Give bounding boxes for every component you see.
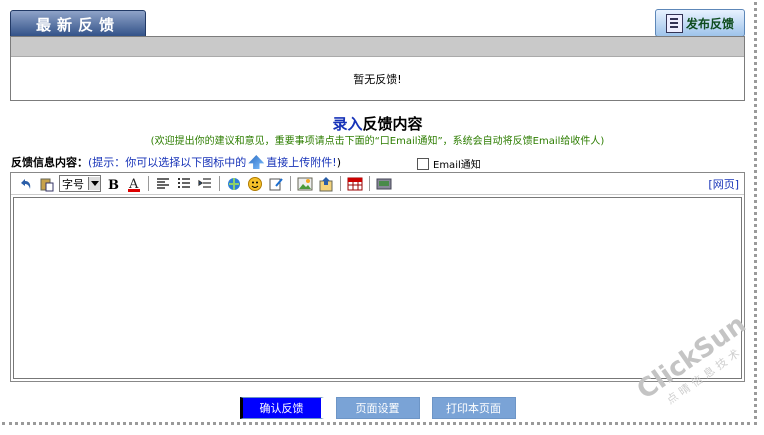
feedback-list-header xyxy=(11,37,744,57)
form-title: 录入反馈内容 xyxy=(0,113,755,134)
page-setup-button[interactable]: 页面设置 xyxy=(335,397,420,419)
paste-icon[interactable] xyxy=(38,175,56,193)
indent-icon[interactable] xyxy=(196,175,214,193)
email-notify-label: Email通知 xyxy=(433,160,481,171)
font-color-icon[interactable]: A xyxy=(125,175,143,193)
form-tip: (欢迎提出你的建议和意见，重要事项请点击下面的“口Email通知”，系统会自动将… xyxy=(150,136,605,147)
upload-hint-close: ) xyxy=(336,155,342,169)
print-page-button[interactable]: 打印本页面 xyxy=(431,397,516,419)
watermark-logo: ClickSun 点晴信息技术 xyxy=(612,282,752,412)
align-left-icon[interactable] xyxy=(154,175,172,193)
toolbar-separator xyxy=(148,176,149,191)
form-title-part2: 反馈内容 xyxy=(362,115,423,133)
document-icon xyxy=(665,13,683,33)
toolbar-separator xyxy=(290,176,291,191)
toolbar-separator xyxy=(340,176,341,191)
html-view-link[interactable]: [网页] xyxy=(708,176,739,192)
insert-table-icon[interactable] xyxy=(346,175,364,193)
hyperlink-icon[interactable] xyxy=(225,175,243,193)
numbered-list-icon[interactable] xyxy=(175,175,193,193)
action-buttons: 确认反馈 页面设置 打印本页面 xyxy=(0,397,755,419)
chevron-down-icon xyxy=(88,177,100,190)
svg-text:B: B xyxy=(108,178,119,192)
email-notify-checkbox[interactable] xyxy=(417,157,429,170)
source-code-icon[interactable] xyxy=(375,175,393,193)
insert-image-icon[interactable] xyxy=(296,175,314,193)
upload-hint-suffix: 直接上传附件! xyxy=(266,156,337,169)
empty-message: 暂无反馈! xyxy=(353,73,402,86)
latest-feedback-tab[interactable]: 最新反馈 xyxy=(10,10,146,38)
publish-feedback-label: 发布反馈 xyxy=(685,16,734,31)
content-label-row: 反馈信息内容： (提示：你可以选择以下图标中的 直接上传附件! ) xyxy=(11,154,341,170)
email-notify-option[interactable]: Email通知 xyxy=(417,156,481,171)
form-title-part1: 录入 xyxy=(332,115,363,133)
bold-icon[interactable]: B xyxy=(104,175,122,193)
publish-feedback-button[interactable]: 发布反馈 xyxy=(655,9,745,37)
toolbar-separator xyxy=(369,176,370,191)
font-size-select[interactable]: 字号 xyxy=(59,175,101,192)
feedback-list: 暂无反馈! xyxy=(10,36,745,101)
confirm-feedback-button[interactable]: 确认反馈 xyxy=(239,397,324,419)
undo-icon[interactable] xyxy=(17,175,35,193)
emoticon-icon[interactable] xyxy=(246,175,264,193)
content-label: 反馈信息内容： xyxy=(11,156,88,169)
upload-hint-prefix: (提示：你可以选择以下图标中的 xyxy=(88,156,247,169)
toolbar-separator xyxy=(219,176,220,191)
edit-icon[interactable] xyxy=(267,175,285,193)
editor-toolbar: 字号 B A [网页] xyxy=(11,173,744,195)
upload-file-icon[interactable] xyxy=(317,175,335,193)
font-size-value: 字号 xyxy=(62,177,84,191)
upload-icon xyxy=(248,155,265,169)
